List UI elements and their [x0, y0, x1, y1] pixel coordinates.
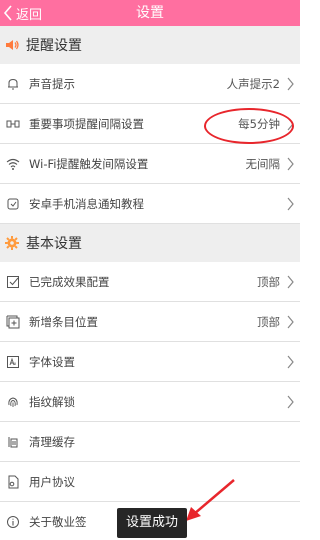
row-font[interactable]: 字体设置 [0, 342, 300, 382]
chevron-left-icon [3, 5, 12, 21]
android-icon [7, 198, 19, 209]
row-agreement-label: 用户协议 [29, 474, 75, 489]
back-button[interactable]: 返回 [2, 0, 42, 26]
row-cache[interactable]: 清理缓存 [0, 422, 300, 462]
row-agreement[interactable]: 用户协议 [0, 462, 300, 502]
section-reminder-title: 提醒设置 [26, 38, 82, 54]
row-completed-value: 顶部 [257, 274, 280, 289]
interval-icon [6, 120, 20, 127]
chevron-right-icon [287, 157, 294, 170]
row-sound-value: 人声提示2 [226, 76, 280, 91]
chevron-right-icon [287, 315, 294, 328]
info-icon [7, 516, 19, 528]
font-icon [7, 355, 19, 368]
page-title: 设置 [136, 5, 164, 21]
section-basic: 基本设置 [0, 224, 300, 262]
section-basic-title: 基本设置 [26, 236, 82, 252]
row-newitem[interactable]: 新增条目位置 顶部 [0, 302, 300, 342]
row-completed-label: 已完成效果配置 [29, 274, 110, 289]
clean-icon [8, 436, 18, 447]
row-sound[interactable]: 声音提示 人声提示2 [0, 64, 300, 104]
annotation-circle [204, 108, 294, 144]
row-newitem-label: 新增条目位置 [29, 314, 98, 329]
section-reminder: 提醒设置 [0, 26, 300, 64]
row-font-label: 字体设置 [29, 354, 75, 369]
row-sound-label: 声音提示 [29, 76, 75, 91]
document-icon [8, 475, 19, 488]
row-wifi[interactable]: Wi-Fi提醒触发间隔设置 无间隔 [0, 144, 300, 184]
fingerprint-icon [8, 397, 18, 407]
bell-icon [8, 78, 18, 89]
row-cache-label: 清理缓存 [29, 434, 75, 449]
row-newitem-value: 顶部 [257, 314, 280, 329]
row-fingerprint[interactable]: 指纹解锁 [0, 382, 300, 422]
chevron-right-icon [287, 275, 294, 288]
gear-icon [5, 236, 19, 250]
row-fingerprint-label: 指纹解锁 [29, 394, 75, 409]
annotation-arrow [186, 479, 235, 521]
row-android-label: 安卓手机消息通知教程 [29, 196, 144, 211]
top-bar: 返回 设置 [0, 0, 300, 26]
chevron-right-icon [287, 355, 294, 368]
row-android[interactable]: 安卓手机消息通知教程 [0, 184, 300, 224]
row-completed[interactable]: 已完成效果配置 顶部 [0, 262, 300, 302]
add-item-icon [6, 315, 20, 328]
checkbox-icon [7, 275, 19, 288]
row-wifi-label: Wi-Fi提醒触发间隔设置 [29, 156, 149, 171]
toast-message: 设置成功 [117, 508, 187, 538]
chevron-right-icon [287, 197, 294, 210]
chevron-right-icon [287, 395, 294, 408]
speaker-icon [6, 40, 19, 50]
row-wifi-value: 无间隔 [245, 156, 281, 171]
back-label: 返回 [16, 7, 43, 23]
wifi-icon [6, 158, 20, 170]
chevron-right-icon [287, 77, 294, 90]
